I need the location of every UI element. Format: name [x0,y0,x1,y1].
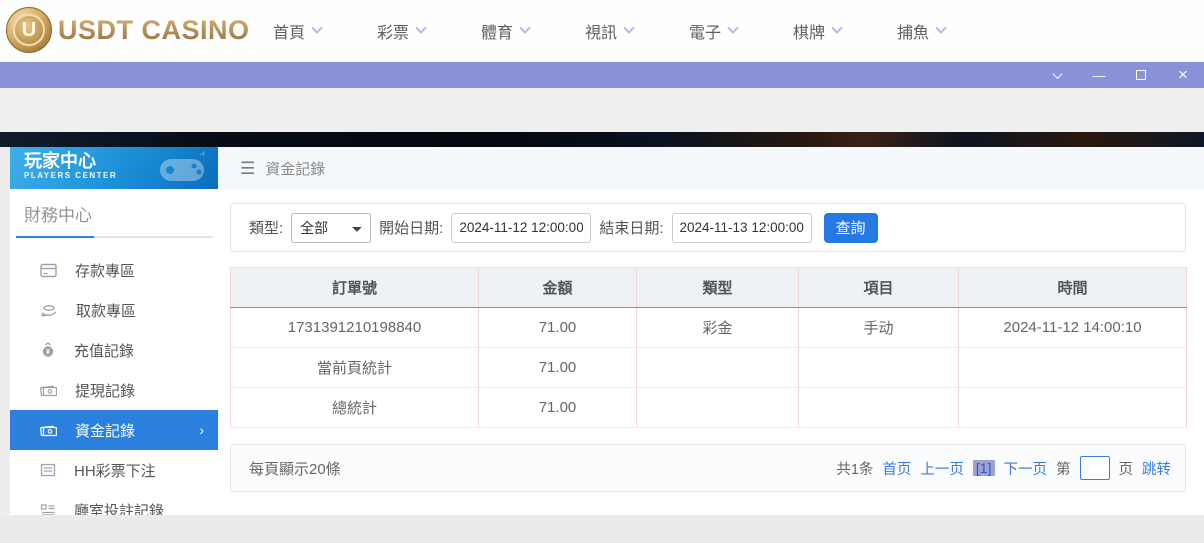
footer-band [0,515,1204,543]
window-titlebar: — × [0,62,1204,88]
jump-prefix-label: 第 [1056,458,1071,479]
end-date-input[interactable] [672,213,812,243]
chevron-down-icon [519,23,530,34]
first-page-link[interactable]: 首页 [882,458,911,479]
type-select[interactable]: 全部 [291,213,371,243]
funds-record-table: 訂單號 金額 類型 項目 時間 1731391210198840 71.00 彩… [230,267,1187,428]
col-time: 時間 [959,268,1187,308]
col-item: 項目 [799,268,959,308]
coin-letter: U [13,14,45,46]
money-bag-icon: ¥ [40,342,56,358]
chevron-down-icon [727,23,738,34]
maximize-icon[interactable] [1130,66,1152,84]
sidebar-item-hh-lottery-bets[interactable]: HH彩票下注 [10,450,218,490]
chevron-down-icon [623,23,634,34]
spacer-band [0,88,1204,132]
deposit-card-icon [40,263,57,278]
jump-suffix-label: 页 [1119,458,1134,479]
sidebar-section: 財務中心 [10,189,218,238]
breadcrumb-band: ☰ 資金記錄 [218,147,1204,190]
jump-link[interactable]: 跳转 [1142,458,1171,479]
next-page-link[interactable]: 下一页 [1004,458,1048,479]
sidebar-menu: 存款專區 取款專區 ¥ 充值記錄 提現記錄 資金記錄 › HH彩票下注 [10,250,218,515]
hamburger-icon[interactable]: ☰ [240,159,255,179]
col-amount: 金額 [479,268,637,308]
sidebar-item-deposit[interactable]: 存款專區 [10,250,218,290]
start-date-input[interactable] [451,213,591,243]
end-date-label: 結束日期: [599,217,663,238]
section-underline [16,236,213,238]
chevron-down-icon [311,23,322,34]
current-page-badge: [1] [973,460,995,476]
table-row-page-total: 當前頁統計 71.00 [231,348,1187,388]
table-row-grand-total: 總統計 71.00 [231,388,1187,428]
banner-strip [0,132,1204,147]
sidebar-item-room-bet-records[interactable]: 廳室投註記錄 [10,490,218,515]
banknote-icon [40,383,57,397]
nav-item-slots[interactable]: 電子 [661,0,765,62]
chevron-down-icon [831,23,842,34]
sidebar-item-withdraw[interactable]: 取款專區 [10,290,218,330]
chevron-right-icon: › [199,422,204,438]
search-button[interactable]: 查詢 [824,213,878,243]
coin-logo-icon: U [6,7,52,53]
table-row: 1731391210198840 71.00 彩金 手动 2024-11-12 … [231,308,1187,348]
left-gutter [0,147,10,515]
window-controls: — × [1046,66,1204,84]
col-type: 類型 [637,268,799,308]
type-label: 類型: [249,217,283,238]
main-nav: 首頁 彩票 體育 視訊 電子 棋牌 捕魚 [245,0,973,62]
nav-item-live[interactable]: 視訊 [557,0,661,62]
main-content: ☰ 資金記錄 類型: 全部 開始日期: 結束日期: 查詢 訂單號 金額 類型 項… [218,147,1204,515]
prev-page-link[interactable]: 上一页 [920,458,964,479]
chevron-down-icon [415,23,426,34]
nav-item-lottery[interactable]: 彩票 [349,0,453,62]
pagination-bar: 每頁顯示20條 共1条 首页 上一页 [1] 下一页 第 页 跳转 [230,444,1186,492]
brand-name: USDT CASINO [58,15,250,46]
brand-logo[interactable]: U USDT CASINO [6,7,250,53]
top-navbar: U USDT CASINO 首頁 彩票 體育 視訊 電子 棋牌 捕魚 [0,0,1204,62]
total-count-text: 共1条 [836,458,873,479]
section-title: 財務中心 [16,201,218,226]
withdraw-hand-icon [40,303,58,318]
nav-item-sports[interactable]: 體育 [453,0,557,62]
minimize-icon[interactable]: — [1088,66,1110,84]
nav-item-fishing[interactable]: 捕魚 [869,0,973,62]
sidebar-header: 玩家中心 PLAYERS CENTER [10,147,218,189]
gamepad-icon [156,151,208,185]
close-icon[interactable]: × [1172,66,1194,84]
sidebar: 玩家中心 PLAYERS CENTER 財務中心 存款專區 取款專區 ¥ [10,147,218,515]
chevron-down-icon [935,23,946,34]
sidebar-item-recharge-records[interactable]: ¥ 充值記錄 [10,330,218,370]
filter-bar: 類型: 全部 開始日期: 結束日期: 查詢 [230,203,1186,252]
table-header-row: 訂單號 金額 類型 項目 時間 [231,268,1187,308]
nav-item-home[interactable]: 首頁 [245,0,349,62]
lottery-list-icon [40,463,56,477]
sidebar-item-fund-records[interactable]: 資金記錄 › [10,410,218,450]
nav-item-chess[interactable]: 棋牌 [765,0,869,62]
pagination-controls: 共1条 首页 上一页 [1] 下一页 第 页 跳转 [836,456,1171,480]
breadcrumb: 資金記錄 [265,158,325,179]
collapse-icon[interactable] [1046,66,1068,84]
page-body: 玩家中心 PLAYERS CENTER 財務中心 存款專區 取款專區 ¥ [0,147,1204,515]
funds-record-icon [40,423,57,437]
room-record-icon [40,503,56,515]
sidebar-item-withdrawal-records[interactable]: 提現記錄 [10,370,218,410]
page-jump-input[interactable] [1080,456,1110,480]
start-date-label: 開始日期: [379,217,443,238]
page-size-text: 每頁顯示20條 [249,458,341,479]
col-order-no: 訂單號 [231,268,479,308]
svg-text:¥: ¥ [46,349,50,356]
